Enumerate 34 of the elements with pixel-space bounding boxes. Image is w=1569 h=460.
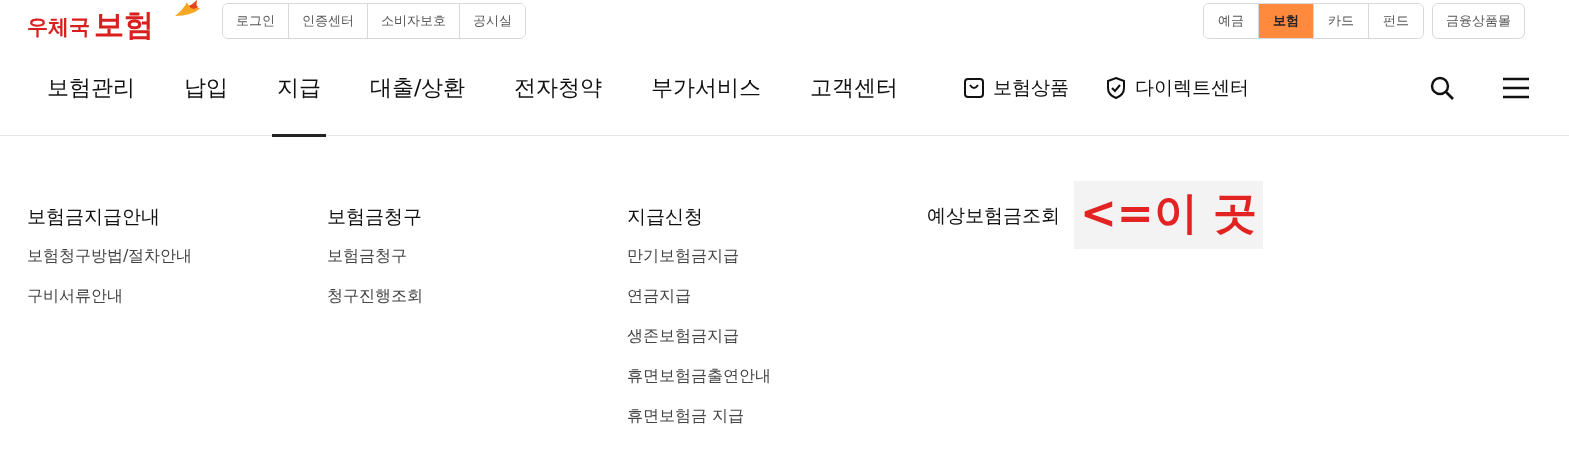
menu-link[interactable]: 생존보험금지급 [627,316,927,356]
menu-heading[interactable]: 예상보험금조회 [927,195,1060,235]
search-icon[interactable] [1429,74,1455,101]
util-link[interactable]: 공시실 [459,4,525,38]
site-tab[interactable]: 펀드 [1368,4,1423,38]
menu-link[interactable]: 보험금청구 [327,236,627,276]
menu-link[interactable]: 보험청구방법/절차안내 [27,236,327,276]
shield-icon [1105,75,1128,100]
nav-link[interactable]: 다이렉트센터 [1105,73,1250,102]
spark-icon [173,0,203,18]
menu-link[interactable]: 구비서류안내 [27,276,327,316]
nav-item[interactable]: 고객센터 [790,39,919,136]
nav-item[interactable]: 대출/상환 [350,39,486,136]
annotation-text: <=이 곳 [1074,181,1264,249]
bag-icon [963,76,986,99]
nav-item[interactable]: 전자청약 [494,39,623,136]
menu-link[interactable]: 휴면보험금 지급 [627,396,927,436]
nav-item[interactable]: 부가서비스 [631,39,782,136]
menu-link[interactable]: 휴면보험금출연안내 [627,356,927,396]
logo-text[interactable]: 우체국 [27,17,90,40]
menu-heading[interactable]: 보험금지급안내 [27,196,160,236]
logo-text[interactable]: 보험 [94,10,154,40]
menu-link[interactable]: 청구진행조회 [327,276,627,316]
menu-icon[interactable] [1503,76,1529,99]
menu-link[interactable]: 만기보험금지급 [627,236,927,276]
nav-item[interactable]: 보험관리 [27,39,155,136]
menu-link[interactable]: 연금지급 [627,276,927,316]
mall-button[interactable]: 금융상품몰 [1432,3,1525,39]
nav-item[interactable]: 납입 [164,39,248,136]
nav-item[interactable]: 지급 [257,39,341,136]
menu-heading[interactable]: 지급신청 [627,196,703,236]
site-tab[interactable]: 보험 [1258,4,1313,38]
nav-link[interactable]: 보험상품 [963,73,1070,102]
menu-heading[interactable]: 보험금청구 [327,196,422,236]
